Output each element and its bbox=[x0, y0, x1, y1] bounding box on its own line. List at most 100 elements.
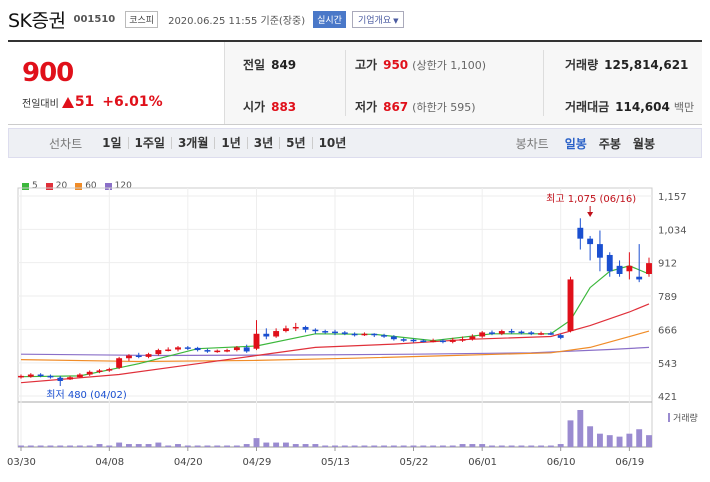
volume-bar bbox=[184, 445, 191, 447]
volume-bar bbox=[155, 442, 162, 447]
volume-bar bbox=[498, 445, 505, 447]
volume-bar bbox=[361, 445, 368, 447]
candle-body bbox=[538, 333, 545, 335]
x-tick-label: 03/30 bbox=[7, 457, 36, 468]
candle-body bbox=[184, 347, 191, 349]
candle-body bbox=[479, 332, 486, 337]
candle-body bbox=[47, 375, 54, 378]
y-tick-label: 912 bbox=[658, 259, 677, 270]
candle-body bbox=[508, 331, 515, 333]
candle-body bbox=[125, 355, 132, 359]
candle-body bbox=[312, 329, 319, 332]
candle-body bbox=[253, 333, 260, 349]
volume-bar bbox=[224, 445, 231, 447]
volume-bar bbox=[410, 445, 417, 447]
volume-bar bbox=[616, 436, 623, 447]
volume-bar bbox=[351, 445, 358, 447]
high-annotation-arrowhead bbox=[587, 212, 594, 217]
volume-bar bbox=[489, 445, 495, 447]
volume-bar bbox=[557, 444, 564, 447]
volume-swatch bbox=[668, 413, 670, 422]
candle-body bbox=[390, 336, 397, 340]
volume-bar bbox=[302, 444, 309, 447]
candle-body bbox=[322, 331, 329, 333]
volume-bar bbox=[469, 444, 476, 447]
candle-body bbox=[449, 339, 456, 342]
volume-bar bbox=[322, 445, 329, 447]
price-chart[interactable]: 1,157 1,034 912 789 666 543 421 03/30 04/08 04/20… bbox=[0, 0, 710, 482]
volume-bar bbox=[273, 442, 280, 447]
x-tick-label: 06/10 bbox=[547, 457, 576, 468]
volume-bar bbox=[606, 435, 613, 447]
volume-bar bbox=[538, 445, 545, 447]
volume-legend-label: 거래량 bbox=[673, 414, 698, 424]
volume-bar bbox=[596, 433, 603, 447]
candle-body bbox=[116, 358, 123, 368]
candle-body bbox=[518, 331, 525, 334]
volume-bar bbox=[459, 444, 466, 447]
candle-body bbox=[96, 370, 103, 372]
volume-bar bbox=[47, 445, 54, 447]
volume-bar bbox=[253, 438, 260, 447]
candle-body bbox=[439, 340, 446, 343]
volume-bar bbox=[125, 444, 132, 447]
x-tick-label: 04/08 bbox=[95, 457, 124, 468]
volume-bar bbox=[18, 445, 24, 447]
candle-body bbox=[626, 265, 633, 272]
x-tick-label: 04/29 bbox=[243, 457, 272, 468]
volume-bar bbox=[165, 445, 172, 447]
volume-bar bbox=[106, 445, 113, 447]
candle-body bbox=[145, 354, 152, 357]
candle-body bbox=[106, 369, 113, 371]
volume-bar bbox=[282, 442, 289, 447]
volume-bar bbox=[57, 445, 64, 447]
volume-bar bbox=[175, 444, 181, 447]
volume-bar bbox=[508, 445, 515, 447]
volume-bar bbox=[341, 445, 348, 447]
volume-bar bbox=[332, 445, 338, 447]
volume-bar bbox=[67, 445, 74, 447]
volume-legend: 거래량 bbox=[668, 411, 698, 424]
x-tick-label: 04/20 bbox=[174, 457, 203, 468]
volume-bar bbox=[233, 445, 240, 447]
volume-bar bbox=[587, 426, 594, 447]
volume-bar bbox=[263, 442, 270, 447]
y-tick-label: 543 bbox=[658, 359, 677, 370]
candle-body bbox=[489, 332, 495, 334]
volume-bar bbox=[243, 444, 250, 447]
volume-bar bbox=[86, 445, 93, 447]
candle-body bbox=[459, 339, 466, 341]
y-tick-label: 666 bbox=[658, 325, 677, 336]
volume-bar bbox=[646, 435, 652, 447]
candle-body bbox=[606, 254, 613, 272]
y-tick-label: 789 bbox=[658, 292, 677, 303]
candle-body bbox=[292, 326, 299, 329]
volume-bar bbox=[400, 445, 407, 447]
candle-body bbox=[547, 333, 554, 335]
candle-body bbox=[400, 339, 407, 341]
candle-body bbox=[577, 227, 584, 239]
candle-body bbox=[233, 347, 240, 351]
volume-bar bbox=[381, 445, 388, 447]
candle-body bbox=[135, 355, 142, 358]
candle-body bbox=[646, 263, 652, 274]
candle-body bbox=[567, 279, 574, 332]
x-tick-label: 06/01 bbox=[468, 457, 497, 468]
candle-body bbox=[224, 350, 231, 352]
candle-body bbox=[273, 331, 280, 337]
y-tick-label: 1,034 bbox=[658, 225, 687, 236]
candle-body bbox=[76, 374, 83, 378]
candle-body bbox=[332, 331, 338, 334]
candle-body bbox=[86, 371, 93, 375]
volume-bar bbox=[135, 444, 142, 447]
candle-body bbox=[214, 350, 221, 353]
volume-bar bbox=[194, 445, 201, 447]
candle-body bbox=[27, 374, 34, 377]
candle-body bbox=[175, 347, 181, 350]
volume-bar bbox=[204, 445, 211, 447]
candle-body bbox=[155, 350, 162, 355]
candle-body bbox=[587, 238, 594, 245]
candle-body bbox=[263, 333, 270, 337]
candle-body bbox=[498, 331, 505, 334]
volume-bar bbox=[371, 445, 378, 447]
